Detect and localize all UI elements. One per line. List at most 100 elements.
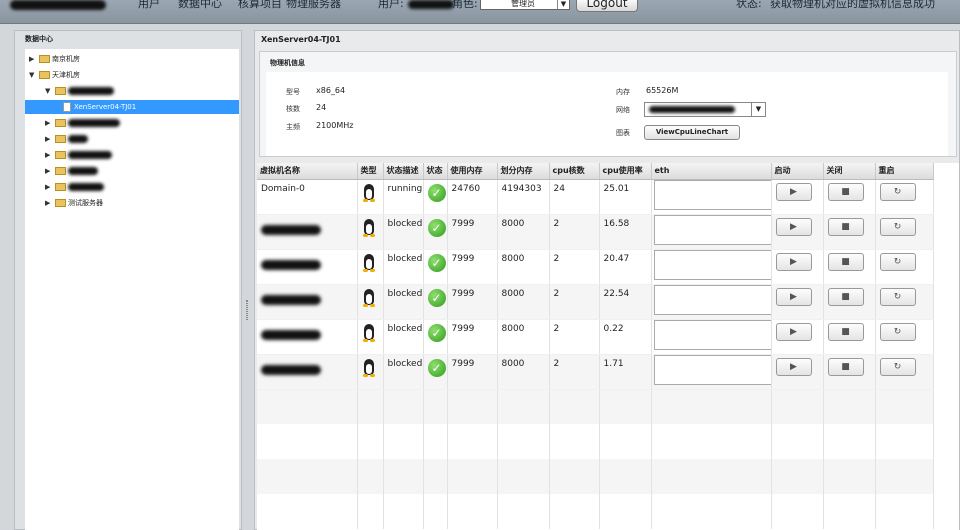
empty-cell [651, 459, 772, 494]
frequency-value: 2100MHz [316, 121, 354, 130]
tree-node-tianjin[interactable]: ▼ 天津机房 [29, 68, 80, 82]
view-cpu-line-chart-button[interactable]: ViewCpuLineChart [644, 125, 740, 140]
restart-cell: ↻ [875, 214, 934, 250]
col-cpu-usage[interactable]: cpu使用率 [599, 163, 652, 180]
empty-cell [875, 424, 934, 459]
expand-icon[interactable]: ▶ [29, 52, 39, 66]
stop-cell: ■ [823, 319, 876, 355]
eth-cell [651, 214, 772, 250]
eth-cell [651, 179, 772, 215]
restart-button[interactable]: ↻ [879, 287, 916, 306]
tree-node-folder[interactable]: ▶ [45, 164, 98, 178]
collapse-icon[interactable]: ▼ [29, 68, 39, 82]
tree-node-folder[interactable]: ▶ [45, 116, 120, 130]
col-restart[interactable]: 重启 [875, 163, 934, 180]
restart-button[interactable]: ↻ [879, 357, 916, 376]
vm-name-cell [257, 284, 358, 320]
expand-icon[interactable]: ▶ [45, 132, 55, 146]
cpu-usage-cell: 16.58 [599, 214, 652, 250]
stop-button[interactable]: ■ [827, 217, 864, 236]
expand-icon[interactable]: ▶ [45, 116, 55, 130]
empty-cell [357, 494, 384, 529]
eth-field[interactable] [653, 214, 770, 245]
tree-node-folder[interactable]: ▶ [45, 132, 88, 146]
start-cell: ▶ [771, 214, 824, 250]
tree-node-folder[interactable]: ▶ [45, 148, 112, 162]
empty-cell [497, 424, 550, 459]
tree-node-test-servers[interactable]: ▶ 测试服务器 [45, 196, 103, 210]
start-button[interactable]: ▶ [775, 217, 812, 236]
start-button[interactable]: ▶ [775, 252, 812, 271]
col-status[interactable]: 状态 [423, 163, 448, 180]
folder-icon [55, 119, 66, 127]
empty-cell [651, 389, 772, 424]
stop-button[interactable]: ■ [827, 322, 864, 341]
nav-datacenter[interactable]: 数据中心 [178, 0, 222, 20]
tree-node-xenserver04[interactable]: XenServer04-TJ01 [25, 100, 239, 114]
empty-cell [357, 424, 384, 459]
eth-field[interactable] [653, 319, 770, 350]
col-used-mem[interactable]: 使用内存 [447, 163, 498, 180]
nav-accounting[interactable]: 核算项目 [238, 0, 282, 20]
col-cpu-count[interactable]: cpu核数 [549, 163, 600, 180]
vm-row[interactable]: Domain-0 running ✓ 24760 4194303 24 25.01 ▶ ■ ↻ [257, 179, 934, 215]
start-button[interactable]: ▶ [775, 357, 812, 376]
tree-node-nanjing[interactable]: ▶ 南京机房 [29, 52, 80, 66]
vm-row[interactable]: blocked ✓ 7999 8000 2 16.58 ▶ ■ ↻ [257, 214, 934, 250]
stop-icon: ■ [841, 256, 850, 267]
col-eth[interactable]: eth [651, 163, 772, 180]
chevron-down-icon: ▼ [557, 0, 569, 9]
eth-field[interactable] [653, 354, 770, 385]
cpu-count-cell: 2 [549, 284, 600, 320]
col-start[interactable]: 启动 [771, 163, 824, 180]
used-mem-cell: 24760 [447, 179, 498, 215]
restart-button[interactable]: ↻ [879, 182, 916, 201]
logout-button[interactable]: Logout [576, 0, 638, 12]
expand-icon[interactable]: ▶ [45, 196, 55, 210]
datacenter-tree: ▶ 南京机房 ▼ 天津机房 ▼ XenServer04-TJ01 ▶ ▶ ▶ ▶ ▶… [25, 49, 239, 530]
expand-icon[interactable]: ▶ [45, 148, 55, 162]
stop-button[interactable]: ■ [827, 252, 864, 271]
section-title: 物理机信息 [270, 59, 305, 67]
stop-button[interactable]: ■ [827, 287, 864, 306]
eth-field[interactable] [653, 179, 770, 210]
stop-icon: ■ [841, 186, 850, 197]
vm-row[interactable]: blocked ✓ 7999 8000 2 22.54 ▶ ■ ↻ [257, 284, 934, 320]
col-status-desc[interactable]: 状态描述 [383, 163, 424, 180]
start-button[interactable]: ▶ [775, 322, 812, 341]
vm-row[interactable]: blocked ✓ 7999 8000 2 0.22 ▶ ■ ↻ [257, 319, 934, 355]
col-vm-name[interactable]: 虚拟机名称 [257, 163, 358, 180]
empty-row [257, 459, 934, 494]
eth-field[interactable] [653, 284, 770, 315]
restart-button[interactable]: ↻ [879, 252, 916, 271]
role-select[interactable]: 管理员 ▼ [480, 0, 570, 10]
eth-field[interactable] [653, 249, 770, 280]
collapse-icon[interactable]: ▼ [45, 84, 55, 98]
empty-cell [549, 424, 600, 459]
status-desc-cell: blocked [383, 284, 424, 320]
col-stop[interactable]: 关闭 [823, 163, 876, 180]
empty-cell [549, 389, 600, 424]
nav-users[interactable]: 用户 [138, 0, 160, 20]
chart-label: 图表 [616, 129, 630, 137]
stop-button[interactable]: ■ [827, 357, 864, 376]
nav-physical-servers[interactable]: 物理服务器 [286, 0, 341, 20]
check-icon: ✓ [427, 323, 446, 342]
restart-button[interactable]: ↻ [879, 322, 916, 341]
expand-icon[interactable]: ▶ [45, 180, 55, 194]
eth-cell [651, 249, 772, 285]
expand-icon[interactable]: ▶ [45, 164, 55, 178]
start-button[interactable]: ▶ [775, 287, 812, 306]
refresh-icon: ↻ [893, 186, 902, 197]
vm-row[interactable]: blocked ✓ 7999 8000 2 1.71 ▶ ■ ↻ [257, 354, 934, 390]
network-select[interactable]: ▼ [644, 102, 766, 117]
tree-node-group[interactable]: ▼ [45, 84, 114, 98]
col-alloc-mem[interactable]: 划分内存 [497, 163, 550, 180]
stop-button[interactable]: ■ [827, 182, 864, 201]
tree-node-folder[interactable]: ▶ [45, 180, 104, 194]
panel-splitter[interactable] [246, 300, 248, 320]
start-button[interactable]: ▶ [775, 182, 812, 201]
vm-row[interactable]: blocked ✓ 7999 8000 2 20.47 ▶ ■ ↻ [257, 249, 934, 285]
restart-button[interactable]: ↻ [879, 217, 916, 236]
col-type[interactable]: 类型 [357, 163, 384, 180]
